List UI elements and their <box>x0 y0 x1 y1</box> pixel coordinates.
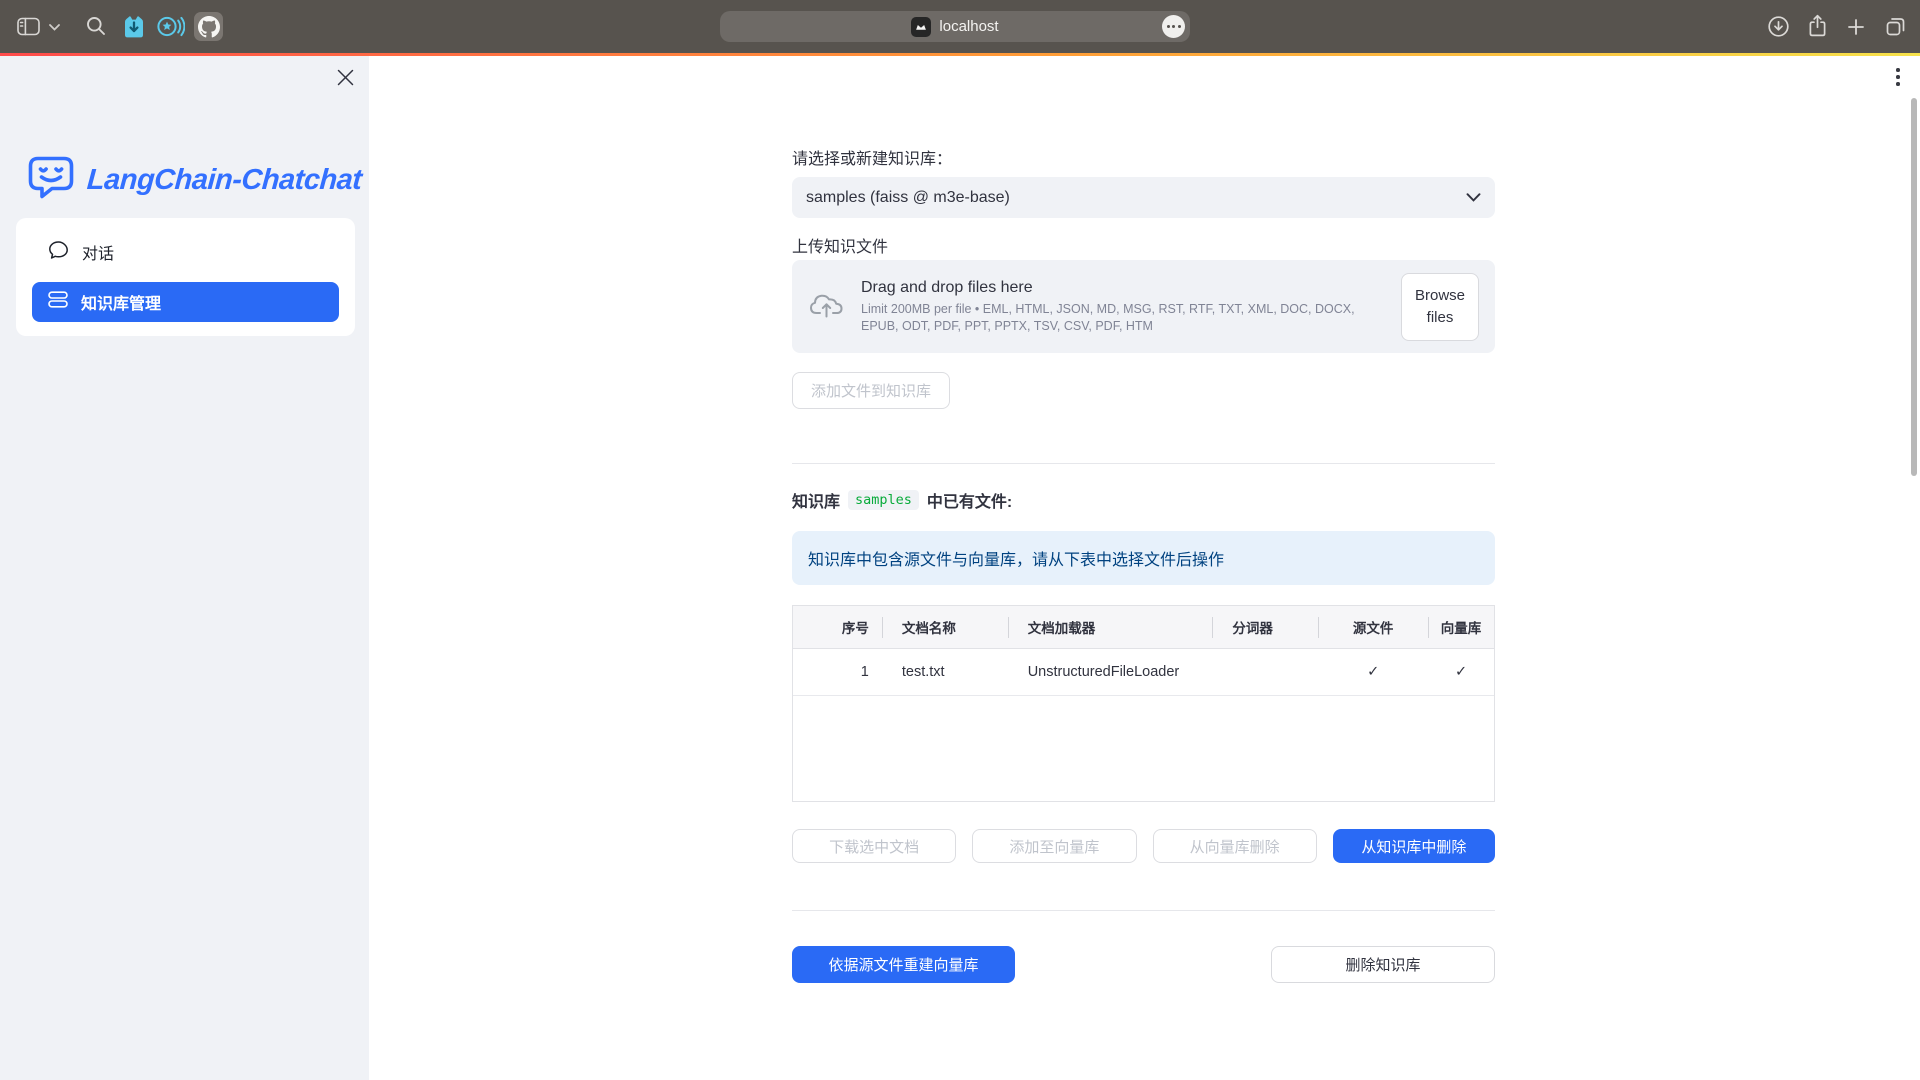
cell-source-file-check: ✓ <box>1318 649 1428 695</box>
main-content: 请选择或新建知识库： samples (faiss @ m3e-base) 上传… <box>792 0 1495 1080</box>
kb-heading-suffix: 中已有文件: <box>927 488 1012 512</box>
upload-label: 上传知识文件 <box>792 233 888 257</box>
kb-actions: 依据源文件重建向量库 删除知识库 <box>792 946 1495 983</box>
kb-select-label: 请选择或新建知识库： <box>792 145 952 169</box>
cell-loader: UnstructuredFileLoader <box>1008 649 1213 695</box>
extension-radar-star-icon[interactable] <box>156 14 185 39</box>
kb-select[interactable]: samples (faiss @ m3e-base) <box>792 177 1495 218</box>
browse-files-button[interactable]: Browse files <box>1401 273 1479 341</box>
row-actions: 下载选中文档 添加至向量库 从向量库删除 从知识库中删除 <box>792 829 1495 863</box>
table-header-row: 序号 文档名称 文档加载器 分词器 源文件 向量库 <box>793 606 1494 649</box>
delete-kb-button[interactable]: 删除知识库 <box>1271 946 1495 983</box>
tabs-overview-icon[interactable] <box>1884 15 1907 38</box>
cell-index: 1 <box>793 649 882 695</box>
extension-cat-download-icon[interactable] <box>121 14 147 39</box>
kb-files-heading: 知识库 samples 中已有文件: <box>792 488 1012 512</box>
chat-bubble-icon <box>48 240 69 265</box>
add-files-to-kb-button[interactable]: 添加文件到知识库 <box>792 372 950 409</box>
add-to-vector-store-button[interactable]: 添加至向量库 <box>972 829 1136 863</box>
col-header-index: 序号 <box>793 606 882 648</box>
sidebar-item-label: 对话 <box>82 240 114 264</box>
sidebar-toggle-icon[interactable] <box>17 17 40 36</box>
database-icon <box>48 291 68 313</box>
info-alert: 知识库中包含源文件与向量库，请从下表中选择文件后操作 <box>792 531 1495 585</box>
chevron-down-icon[interactable] <box>49 24 60 31</box>
kb-name-code: samples <box>848 490 919 510</box>
col-header-loader: 文档加载器 <box>1008 606 1213 648</box>
kb-files-table[interactable]: 序号 文档名称 文档加载器 分词器 源文件 向量库 1 test.txt Uns… <box>792 605 1495 802</box>
search-icon[interactable] <box>86 16 106 36</box>
info-alert-text: 知识库中包含源文件与向量库，请从下表中选择文件后操作 <box>808 546 1224 570</box>
divider <box>792 463 1495 464</box>
sidebar: LangChain-Chatchat 对话 知识库管理 <box>0 56 369 1080</box>
sidebar-item-kb-management[interactable]: 知识库管理 <box>32 282 339 322</box>
chevron-down-icon <box>1466 193 1481 202</box>
col-header-vector-store: 向量库 <box>1428 606 1494 648</box>
download-icon[interactable] <box>1767 15 1790 38</box>
share-icon[interactable] <box>1807 13 1828 39</box>
logo-chat-bubble-icon <box>27 155 75 206</box>
cell-splitter <box>1212 649 1318 695</box>
cell-doc-name: test.txt <box>882 649 1008 695</box>
kb-select-value: samples (faiss @ m3e-base) <box>806 189 1010 207</box>
sidebar-item-dialogue[interactable]: 对话 <box>32 232 339 272</box>
new-tab-plus-icon[interactable] <box>1848 19 1864 35</box>
sidebar-menu: 对话 知识库管理 <box>16 218 355 336</box>
close-sidebar-icon[interactable] <box>333 65 357 89</box>
logo-text: LangChain-Chatchat <box>86 164 363 197</box>
col-header-doc-name: 文档名称 <box>882 606 1008 648</box>
sidebar-item-label: 知识库管理 <box>81 290 161 314</box>
github-extension-icon[interactable] <box>194 12 223 41</box>
cell-vector-store-check: ✓ <box>1428 649 1494 695</box>
browser-window: localhost <box>0 0 1920 1080</box>
download-selected-button[interactable]: 下载选中文档 <box>792 829 956 863</box>
delete-from-kb-button[interactable]: 从知识库中删除 <box>1333 829 1495 863</box>
divider <box>792 910 1495 911</box>
dropzone-title: Drag and drop files here <box>861 279 1376 297</box>
col-header-source-file: 源文件 <box>1318 606 1428 648</box>
file-uploader-dropzone[interactable]: Drag and drop files here Limit 200MB per… <box>792 260 1495 353</box>
app-logo: LangChain-Chatchat <box>27 155 362 206</box>
rebuild-vector-store-button[interactable]: 依据源文件重建向量库 <box>792 946 1015 983</box>
scrollbar[interactable] <box>1911 98 1917 476</box>
table-row[interactable]: 1 test.txt UnstructuredFileLoader ✓ ✓ <box>793 649 1494 696</box>
dropzone-limit-text: Limit 200MB per file • EML, HTML, JSON, … <box>861 301 1376 335</box>
col-header-splitter: 分词器 <box>1212 606 1318 648</box>
cloud-upload-icon <box>808 289 845 325</box>
kb-heading-prefix: 知识库 <box>792 488 840 512</box>
delete-from-vector-store-button[interactable]: 从向量库删除 <box>1153 829 1317 863</box>
app-overflow-menu-icon[interactable] <box>1890 62 1906 92</box>
